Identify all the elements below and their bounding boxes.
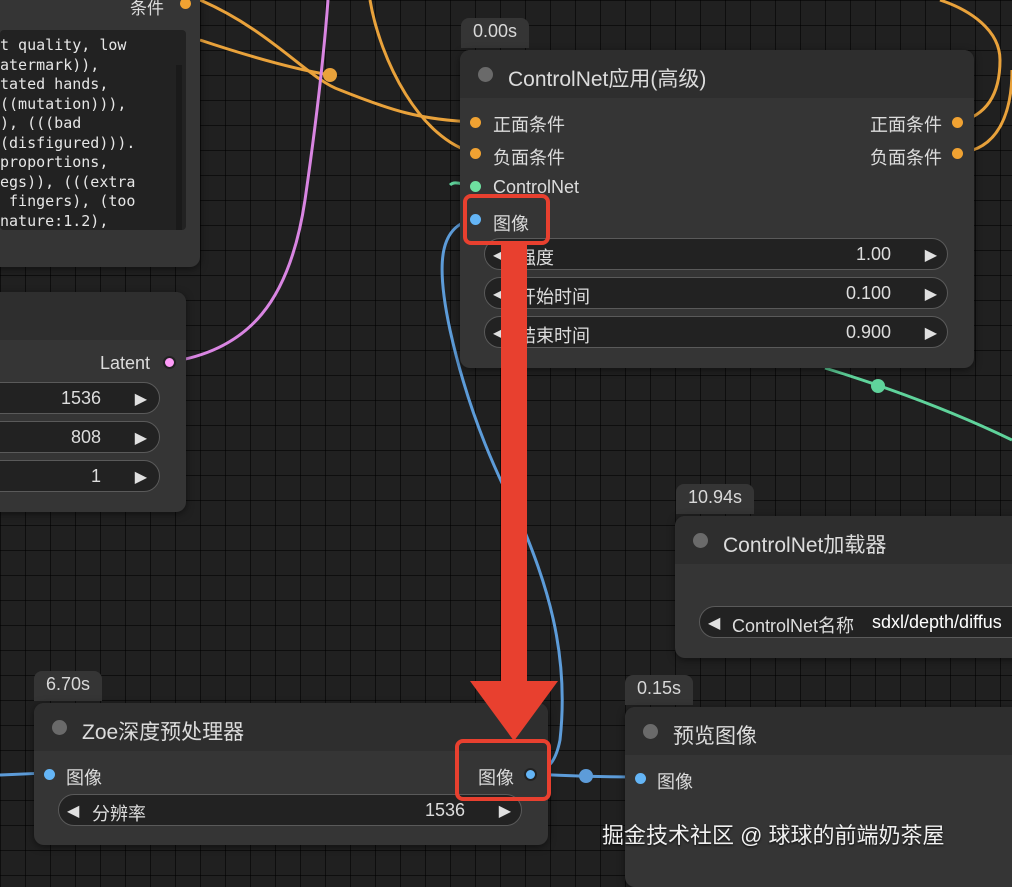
zoe-node-title: Zoe深度预处理器 <box>82 721 245 744</box>
negative-output-label: 负面条件 <box>870 148 942 168</box>
prompt-scrollbar[interactable] <box>176 65 182 230</box>
controlnet-apply-title: ControlNet应用(高级) <box>508 68 707 91</box>
preview-node-title: 预览图像 <box>673 725 757 748</box>
resolution-label: 分辨率 <box>92 804 146 824</box>
controlnet-loader-title: ControlNet加载器 <box>723 534 887 557</box>
image-input-label: 图像 <box>493 214 529 234</box>
start-value: 0.100 <box>845 283 891 303</box>
prompt-line: t quality, low <box>0 36 127 54</box>
start-percent-widget[interactable]: ◀ 开始时间 0.100 ▶ <box>484 277 948 309</box>
width-widget[interactable]: 1536 ▶ <box>0 382 160 414</box>
strength-value: 1.00 <box>855 244 891 264</box>
controlnet-apply-time: 0.00s <box>461 18 530 48</box>
prompt-line: proportions, <box>0 153 109 171</box>
right-arrow-icon[interactable]: ▶ <box>925 245 937 265</box>
zoe-image-input-dot[interactable] <box>44 769 55 780</box>
controlnet-input-dot[interactable] <box>470 181 481 192</box>
prompt-line: fingers), (too <box>0 192 136 210</box>
positive-input-label: 正面条件 <box>493 115 565 135</box>
height-widget[interactable]: 808 ▶ <box>0 421 160 453</box>
right-arrow-icon[interactable]: ▶ <box>135 467 147 487</box>
controlnet-apply-node[interactable]: ControlNet应用(高级) 正面条件 负面条件 ControlNet 图像… <box>460 50 974 368</box>
preview-node-time: 0.15s <box>625 675 694 705</box>
watermark: 掘金技术社区 @ 球球的前端奶茶屋 <box>602 823 945 848</box>
wire-controlnet-dot <box>871 379 885 393</box>
negative-input-dot[interactable] <box>470 148 481 159</box>
node-collapse-dot[interactable] <box>52 720 67 735</box>
right-arrow-icon[interactable]: ▶ <box>499 801 511 821</box>
strength-label: 强度 <box>518 248 554 268</box>
resolution-widget[interactable]: ◀ 分辨率 1536 ▶ <box>58 794 522 826</box>
zoe-image-output-label: 图像 <box>478 768 514 788</box>
zoe-image-input-label: 图像 <box>66 768 102 788</box>
prompt-output-dot[interactable] <box>180 0 191 9</box>
width-value: 1536 <box>60 388 101 408</box>
right-arrow-icon[interactable]: ▶ <box>925 284 937 304</box>
left-arrow-icon[interactable]: ◀ <box>493 245 505 265</box>
right-arrow-icon[interactable]: ▶ <box>135 428 147 448</box>
preview-image-node[interactable]: 预览图像 图像 <box>625 707 1012 887</box>
image-input-dot[interactable] <box>470 214 481 225</box>
wire-reroute-dot <box>323 68 337 82</box>
wire-image-dot <box>579 769 593 783</box>
negative-input-label: 负面条件 <box>493 148 565 168</box>
positive-output-dot[interactable] <box>952 117 963 128</box>
start-label: 开始时间 <box>518 287 590 307</box>
left-arrow-icon[interactable]: ◀ <box>67 801 79 821</box>
node-collapse-dot[interactable] <box>643 724 658 739</box>
wire-orange-cross <box>199 38 331 77</box>
strength-widget[interactable]: ◀ 强度 1.00 ▶ <box>484 238 948 270</box>
prompt-textarea[interactable]: t quality, low atermark)), tated hands, ((m… <box>0 30 186 230</box>
resolution-value: 1536 <box>424 800 465 820</box>
prompt-line: ((mutation))), <box>0 94 127 113</box>
zoe-node-time: 6.70s <box>34 671 103 701</box>
empty-latent-node[interactable]: Latent 1536 ▶ 808 ▶ 1 ▶ <box>0 292 186 512</box>
latent-output-dot[interactable] <box>163 356 176 369</box>
positive-output-label: 正面条件 <box>870 115 942 135</box>
zoe-depth-node[interactable]: Zoe深度预处理器 图像 图像 ◀ 分辨率 1536 ▶ <box>34 703 548 845</box>
preview-image-input-label: 图像 <box>657 772 693 792</box>
controlnet-name-widget[interactable]: ◀ ControlNet名称 sdxl/depth/diffus <box>699 606 1012 638</box>
batch-value: 1 <box>90 466 101 486</box>
prompt-text: t quality, low atermark)), tated hands, ((m… <box>0 36 135 230</box>
left-arrow-icon[interactable]: ◀ <box>493 284 505 304</box>
zoe-image-output-dot[interactable] <box>524 768 537 781</box>
left-arrow-icon[interactable]: ◀ <box>493 323 505 343</box>
prompt-output-label: 条件 <box>130 0 164 18</box>
prompt-line: nature:1.2), <box>0 211 109 230</box>
wire-positive-in <box>199 0 476 124</box>
node-collapse-dot[interactable] <box>693 533 708 548</box>
prompt-line: egs)), (((extra <box>0 172 136 191</box>
batch-widget[interactable]: 1 ▶ <box>0 460 160 492</box>
preview-image-input-dot[interactable] <box>635 773 646 784</box>
controlnet-name-value: sdxl/depth/diffus <box>872 612 1002 632</box>
prompt-line: tated hands, <box>0 75 109 93</box>
positive-input-dot[interactable] <box>470 117 481 128</box>
node-collapse-dot[interactable] <box>478 67 493 82</box>
prompt-line: atermark)), <box>0 55 100 74</box>
controlnet-input-label: ControlNet <box>493 177 580 197</box>
latent-output-label: Latent <box>100 353 151 373</box>
controlnet-name-label: ControlNet名称 <box>732 616 855 636</box>
controlnet-loader-node[interactable]: ControlNet加载器 ◀ ControlNet名称 sdxl/depth/… <box>675 516 1012 658</box>
negative-output-dot[interactable] <box>952 148 963 159</box>
height-value: 808 <box>70 427 101 447</box>
right-arrow-icon[interactable]: ▶ <box>135 389 147 409</box>
end-label: 结束时间 <box>518 326 590 346</box>
right-arrow-icon[interactable]: ▶ <box>925 323 937 343</box>
left-arrow-icon[interactable]: ◀ <box>708 613 720 633</box>
latent-node-header[interactable] <box>0 292 186 340</box>
end-value: 0.900 <box>845 322 891 342</box>
end-percent-widget[interactable]: ◀ 结束时间 0.900 ▶ <box>484 316 948 348</box>
prompt-line: (disfigured))). <box>0 133 136 152</box>
prompt-node[interactable]: 条件 t quality, low atermark)), tated hands,… <box>0 0 200 267</box>
controlnet-loader-time: 10.94s <box>676 484 755 514</box>
prompt-line: ), (((bad <box>0 114 82 132</box>
